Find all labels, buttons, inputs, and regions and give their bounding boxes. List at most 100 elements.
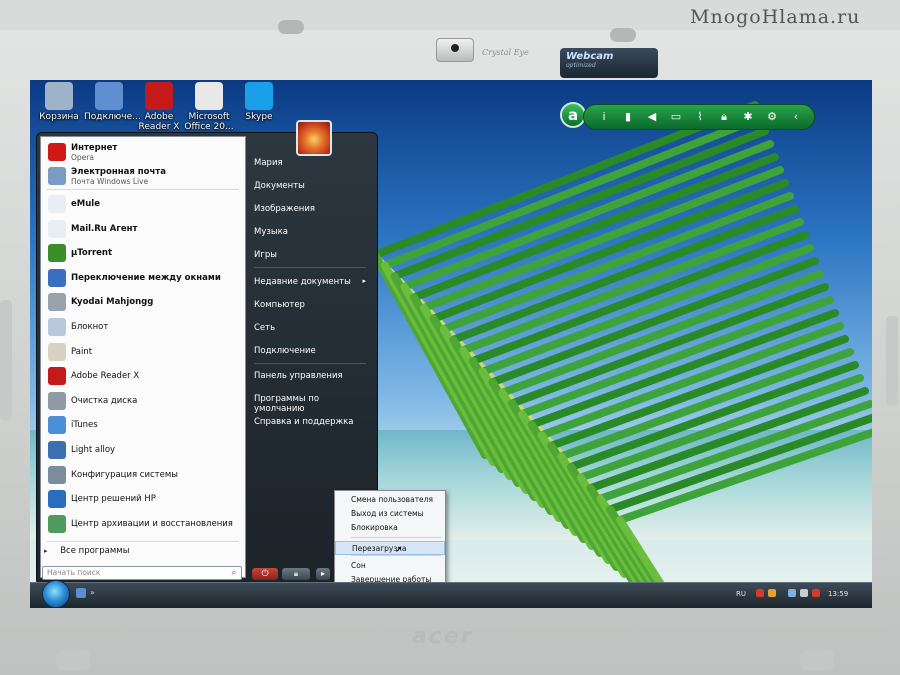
desktop-icon[interactable]: Корзина [34,82,84,122]
desktop-screen: Корзина Подключе... Adobe Reader X Microsof… [30,80,872,608]
msconfig-icon [48,465,66,484]
desktop-icon[interactable]: Adobe Reader X [134,82,184,132]
tray-antivirus-icon[interactable] [768,589,776,597]
places-item-label: Компьютер [254,300,305,310]
recent-program-item[interactable]: Блокнот [45,316,241,340]
recent-program-item[interactable]: Adobe Reader X [45,365,241,389]
lock-icon[interactable]: 🔒︎ [716,109,732,125]
lightalloy-icon [48,441,66,459]
recent-program-item[interactable]: Mail.Ru Агент [45,218,241,242]
emule-icon [48,195,66,213]
notepad-icon [48,318,66,336]
power-menu-item[interactable]: Блокировка [335,521,445,535]
places-item[interactable]: Программы по умолчанию [254,394,370,414]
recent-program-label: Очистка диска [71,395,138,406]
battery-icon[interactable]: ▮ [620,109,636,125]
tray-volume-icon[interactable] [800,589,808,597]
pinned-item[interactable]: Интернет Opera [45,141,241,165]
recent-program-label: iTunes [71,420,98,431]
power-options-arrow-button[interactable]: ▸ [316,568,330,580]
collapse-icon[interactable]: ‹ [788,109,804,125]
places-item[interactable]: Мария [254,158,370,168]
utorrent-icon [48,244,66,263]
recent-program-label: Paint [71,346,93,357]
start-button[interactable] [42,580,70,608]
pinned-subtitle: Opera [71,153,94,162]
places-item[interactable]: Недавние документы ▸ [254,277,370,287]
arrow-right-icon: ▸ [44,547,48,555]
recent-program-item[interactable]: Конфигурация системы [45,464,241,488]
places-item[interactable]: Изображения [254,204,370,214]
switch-windows-icon [48,268,66,287]
tray-network-icon[interactable] [788,589,796,597]
webcam-lens-icon [451,44,459,52]
recent-program-item[interactable]: Центр архивации и восстановления [45,513,241,537]
search-icon[interactable]: ⌕ [228,567,240,579]
recent-program-item[interactable]: Центр решений HP [45,488,241,512]
pinned-item[interactable]: Электронная почта Почта Windows Live [45,165,241,189]
places-item[interactable]: Панель управления [254,371,370,381]
places-item[interactable]: Музыка [254,227,370,237]
language-indicator[interactable]: RU [736,590,746,598]
lock-button[interactable]: 🔒︎ [282,568,310,580]
power-menu-item-label: Выход из системы [351,509,424,518]
tray-security-icon[interactable] [756,589,764,597]
places-item-label: Документы [254,181,305,191]
clock[interactable]: 13:59 [828,590,848,598]
recent-program-item[interactable]: µTorrent [45,242,241,266]
pinned-separator [47,189,239,190]
hinge-foot-left [56,650,90,670]
empowering-toolbar: i ▮ ◀ ▭ ⌇ 🔒︎ ✱ ⚙ ‹ [583,104,815,130]
backup-icon [48,514,66,533]
places-item[interactable]: Подключение [254,346,370,356]
bluetooth-icon[interactable]: ✱ [740,109,756,125]
volume-icon[interactable]: ◀ [644,109,660,125]
sticker-subtitle: optimized [566,62,596,69]
skype-icon [245,82,273,110]
places-item[interactable]: Сеть [254,323,370,333]
places-separator [254,363,366,364]
places-item-label: Сеть [254,323,276,333]
power-button[interactable]: ⏻ [252,568,278,580]
recent-program-item[interactable]: Light alloy [45,439,241,463]
pinned-title: Электронная почта [71,167,166,177]
recent-program-label: Центр решений HP [71,494,156,505]
recent-program-item[interactable]: eMule [45,193,241,217]
recent-program-item[interactable]: Переключение между окнами [45,267,241,291]
recent-program-item[interactable]: iTunes [45,414,241,438]
settings-icon[interactable]: ⚙ [764,109,780,125]
desktop-icon-label: Skype [245,112,273,122]
recent-program-item[interactable]: Kyodai Mahjongg [45,291,241,315]
places-item[interactable]: Справка и поддержка [254,417,370,427]
display-icon[interactable]: ▭ [668,109,684,125]
tray-alert-icon[interactable] [812,589,820,597]
mouse-cursor-icon: ➚ [395,545,403,555]
quick-launch-chevron-icon[interactable]: » [90,588,95,597]
recent-program-item[interactable]: Paint [45,341,241,365]
places-item[interactable]: Игры [254,250,370,260]
pinned-title: Интернет [71,143,118,153]
places-item[interactable]: Компьютер [254,300,370,310]
wireless-icon[interactable]: ⌇ [692,109,708,125]
webcam-sticker: Webcam optimized [560,48,658,78]
desktop-icon-label: Подключе... [84,112,141,122]
power-menu-item[interactable]: Перезагрузка [335,541,445,555]
power-menu-item[interactable]: Выход из системы [335,507,445,521]
all-programs-button[interactable]: ▸ Все программы [44,546,242,562]
desktop-icon[interactable]: Подключе... [84,82,141,122]
desktop-icon[interactable]: Skype [234,82,284,122]
itunes-icon [48,416,66,435]
recycle-bin-icon [45,82,73,110]
show-desktop-icon[interactable] [76,588,86,598]
places-item[interactable]: Документы [254,181,370,191]
power-menu-item[interactable]: Смена пользователя [335,493,445,507]
info-icon[interactable]: i [596,109,612,125]
places-item-label: Игры [254,250,277,260]
places-item-label: Подключение [254,346,316,356]
power-menu-separator [351,537,441,538]
start-search-input[interactable]: Начать поиск [42,566,242,580]
power-menu-item[interactable]: Сон [335,559,445,573]
desktop-icon[interactable]: Microsoft Office 20... [184,82,234,132]
adobe-reader-icon [48,367,66,386]
recent-program-item[interactable]: Очистка диска [45,390,241,414]
